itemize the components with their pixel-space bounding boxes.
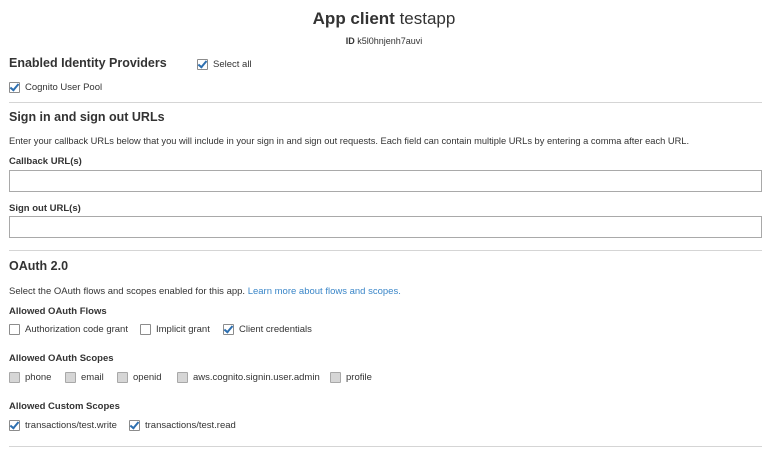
- scope-label: email: [81, 372, 104, 383]
- allowed-scopes-label: Allowed OAuth Scopes: [9, 353, 114, 364]
- scope-email-checkbox[interactable]: email: [65, 372, 104, 383]
- signout-urls-input[interactable]: [9, 216, 762, 238]
- callback-urls-label: Callback URL(s): [9, 156, 82, 167]
- provider-label: Cognito User Pool: [25, 82, 103, 93]
- flow-authorization-code-checkbox[interactable]: Authorization code grant: [9, 324, 128, 335]
- checkbox-icon[interactable]: [65, 372, 76, 383]
- checkbox-icon[interactable]: [117, 372, 128, 383]
- checkbox-icon[interactable]: [140, 324, 151, 335]
- scope-label: aws.cognito.signin.user.admin: [193, 372, 320, 383]
- check-icon[interactable]: [223, 324, 234, 335]
- app-client-name: testapp: [399, 9, 456, 28]
- cognito-check-icon[interactable]: [9, 82, 20, 93]
- select-all-label: Select all: [213, 59, 252, 70]
- select-all-checkbox[interactable]: Select all: [197, 59, 252, 70]
- provider-cognito-checkbox[interactable]: Cognito User Pool: [9, 82, 102, 93]
- callback-urls-input[interactable]: [9, 170, 762, 192]
- scope-openid-checkbox[interactable]: openid: [117, 372, 162, 383]
- check-icon[interactable]: [129, 420, 140, 431]
- scope-label: openid: [133, 372, 162, 383]
- allowed-flows-label: Allowed OAuth Flows: [9, 306, 107, 317]
- custom-scope-write-checkbox[interactable]: transactions/test.write: [9, 420, 117, 431]
- sign-urls-description: Enter your callback URLs below that you …: [9, 136, 690, 146]
- flow-label: Implicit grant: [156, 324, 210, 335]
- client-id-value: k5l0hnjenh7auvi: [357, 36, 423, 46]
- checkbox-icon[interactable]: [9, 324, 20, 335]
- section-divider: [9, 446, 762, 447]
- client-id-label: ID: [345, 36, 355, 46]
- page-title: App client testapp: [0, 9, 768, 29]
- oauth-description-text: Select the OAuth flows and scopes enable…: [9, 286, 246, 297]
- flow-client-credentials-checkbox[interactable]: Client credentials: [223, 324, 312, 335]
- section-divider: [9, 250, 762, 251]
- checkbox-icon[interactable]: [330, 372, 341, 383]
- flow-label: Client credentials: [239, 324, 312, 335]
- oauth-description: Select the OAuth flows and scopes enable…: [9, 286, 401, 297]
- checkbox-icon[interactable]: [177, 372, 188, 383]
- page-title-bold: App client: [312, 9, 395, 28]
- scope-label: phone: [25, 372, 52, 383]
- scope-label: profile: [346, 372, 372, 383]
- signout-urls-label: Sign out URL(s): [9, 203, 81, 214]
- client-id: ID k5l0hnjenh7auvi: [0, 36, 768, 46]
- custom-scope-read-checkbox[interactable]: transactions/test.read: [129, 420, 236, 431]
- flow-label: Authorization code grant: [25, 324, 128, 335]
- custom-scope-label: transactions/test.write: [25, 420, 117, 431]
- flow-implicit-grant-checkbox[interactable]: Implicit grant: [140, 324, 210, 335]
- scope-profile-checkbox[interactable]: profile: [330, 372, 372, 383]
- scope-phone-checkbox[interactable]: phone: [9, 372, 51, 383]
- custom-scope-label: transactions/test.read: [145, 420, 236, 431]
- section-divider: [9, 102, 762, 103]
- sign-urls-heading: Sign in and sign out URLs: [9, 110, 165, 124]
- select-all-check-icon[interactable]: [197, 59, 208, 70]
- oauth-heading: OAuth 2.0: [9, 259, 69, 273]
- identity-providers-heading: Enabled Identity Providers: [9, 56, 167, 70]
- allowed-custom-scopes-label: Allowed Custom Scopes: [9, 401, 120, 412]
- learn-more-link[interactable]: Learn more about flows and scopes.: [248, 286, 401, 297]
- checkbox-icon[interactable]: [9, 372, 20, 383]
- check-icon[interactable]: [9, 420, 20, 431]
- scope-aws-cognito-checkbox[interactable]: aws.cognito.signin.user.admin: [177, 372, 320, 383]
